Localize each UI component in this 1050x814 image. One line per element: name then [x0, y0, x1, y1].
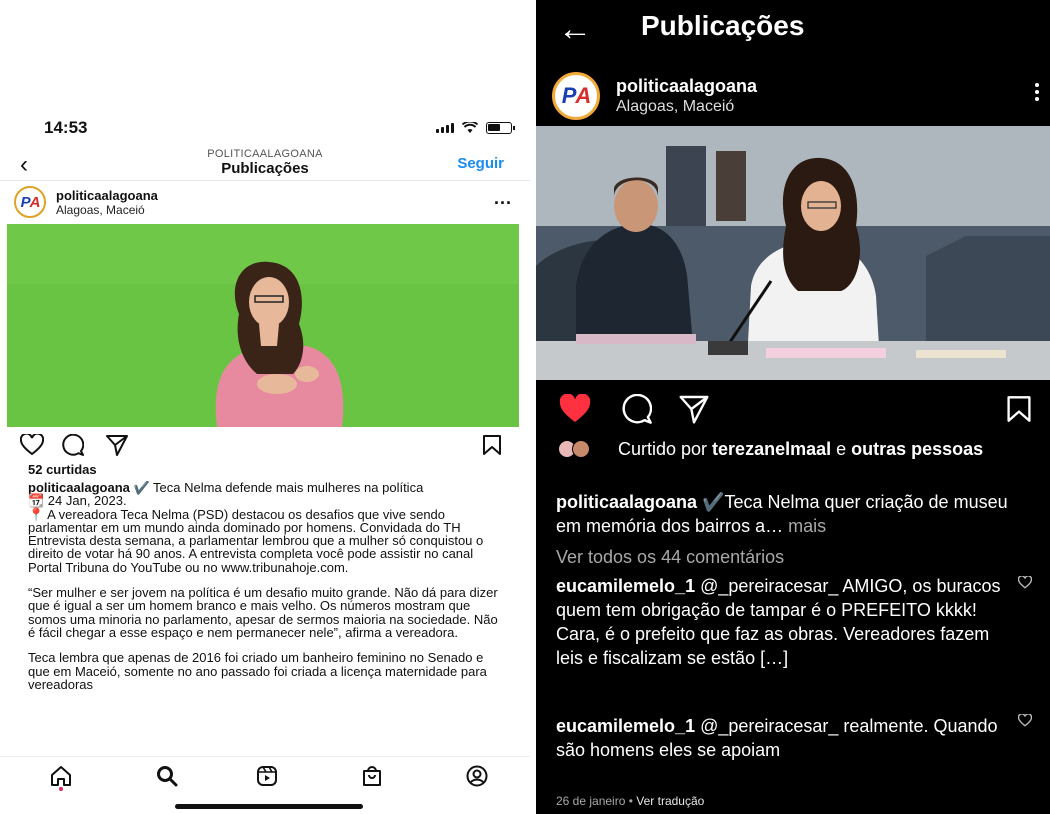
page-title: Publicações: [641, 10, 805, 41]
caption-paragraph-2: “Ser mulher e ser jovem na política é um…: [28, 585, 498, 640]
post-location[interactable]: Alagoas, Maceió: [616, 98, 734, 116]
screenshot-canvas: 14:53 ‹ POLITICAALAGOANA Publicações Seg…: [0, 0, 1050, 814]
more-options-icon[interactable]: [1032, 80, 1042, 104]
post-caption: politicaalagoana ✔️ Teca Nelma defende m…: [28, 481, 503, 749]
likes-count[interactable]: 52 curtidas: [28, 462, 97, 477]
caption-paragraph-1: 📍 A vereadora Teca Nelma (PSD) destacou …: [28, 506, 484, 575]
status-bar: 14:53: [0, 118, 530, 142]
home-indicator: [175, 804, 363, 809]
comment-icon[interactable]: [622, 394, 652, 424]
post-location[interactable]: Alagoas, Maceió: [56, 203, 145, 217]
nav-account: POLITICAALAGOANA: [207, 148, 323, 160]
comment-item: eucamilemelo_1 @_pereiracesar_ realmente…: [556, 714, 1006, 762]
caption-line: politicaalagoana ✔️ Teca Nelma defende m…: [28, 481, 503, 574]
caption-more-link[interactable]: mais: [783, 516, 826, 536]
search-icon[interactable]: [156, 765, 178, 787]
share-icon[interactable]: [678, 394, 710, 424]
post-header: PA politicaalagoana Alagoas, Maceió ...: [14, 186, 518, 220]
comment-username[interactable]: eucamilemelo_1: [556, 576, 695, 596]
left-phone-screen: 14:53 ‹ POLITICAALAGOANA Publicações Seg…: [0, 0, 530, 814]
bottom-tab-bar: [0, 756, 530, 796]
date-text: 26 de janeiro: [556, 794, 626, 808]
bookmark-icon[interactable]: [1006, 394, 1032, 424]
heart-icon[interactable]: [20, 434, 44, 456]
bookmark-icon[interactable]: [482, 434, 502, 456]
post-actions: [20, 434, 510, 460]
caption-username[interactable]: politicaalagoana: [556, 492, 697, 512]
nav-bar: ‹ POLITICAALAGOANA Publicações Seguir: [0, 145, 530, 181]
home-icon[interactable]: [50, 765, 72, 787]
liked-mid: e: [831, 439, 852, 459]
post-photo[interactable]: [536, 126, 1050, 380]
more-options-icon[interactable]: ...: [494, 188, 512, 209]
post-photo[interactable]: [7, 224, 519, 427]
post-username[interactable]: politicaalagoana: [56, 188, 158, 203]
profile-icon[interactable]: [466, 765, 488, 787]
nav-title-group: POLITICAALAGOANA Publicações: [0, 148, 530, 177]
liker-avatar: [572, 440, 590, 458]
status-time: 14:53: [44, 118, 88, 137]
avatar[interactable]: PA: [552, 72, 600, 120]
avatar[interactable]: PA: [14, 186, 46, 218]
shop-icon[interactable]: [361, 765, 383, 787]
comment-like-icon[interactable]: [1018, 576, 1032, 589]
right-phone-screen: ← Publicações PA politicaalagoana Alagoa…: [536, 0, 1050, 814]
council-chamber-image: [536, 126, 1050, 380]
heart-filled-icon[interactable]: [558, 394, 592, 424]
notification-dot: [59, 787, 63, 791]
post-actions: [558, 390, 1038, 424]
woman-green-screen-image: [7, 224, 519, 427]
liked-user[interactable]: terezanelmaal: [712, 439, 831, 459]
signal-icon: [436, 123, 454, 133]
liked-prefix: Curtido por: [618, 439, 713, 459]
status-icons: [436, 122, 515, 134]
comment-item: eucamilemelo_1 @_pereiracesar_ AMIGO, os…: [556, 574, 1006, 670]
post-caption: politicaalagoana ✔️Teca Nelma quer criaç…: [556, 490, 1036, 538]
nav-title: Publicações: [221, 160, 309, 177]
comment-icon[interactable]: [62, 434, 84, 456]
wifi-icon: [462, 122, 478, 133]
translate-link[interactable]: Ver tradução: [636, 794, 704, 808]
date-separator: •: [625, 794, 637, 808]
post-username[interactable]: politicaalagoana: [616, 76, 757, 97]
post-header: PA politicaalagoana Alagoas, Maceió: [552, 72, 1042, 122]
share-icon[interactable]: [105, 434, 129, 456]
post-date: 26 de janeiro • Ver tradução: [556, 794, 704, 808]
caption-paragraph-3: Teca lembra que apenas de 2016 foi criad…: [28, 650, 487, 692]
view-all-comments-link[interactable]: Ver todos os 44 comentários: [556, 547, 784, 568]
battery-icon: [486, 122, 515, 134]
comment-like-icon[interactable]: [1018, 714, 1032, 727]
caption-date: 📆 24 Jan, 2023.: [28, 493, 127, 509]
liked-others[interactable]: outras pessoas: [851, 439, 983, 459]
back-arrow-icon[interactable]: ←: [558, 10, 592, 49]
follow-button[interactable]: Seguir: [457, 155, 504, 172]
comment-username[interactable]: eucamilemelo_1: [556, 716, 695, 736]
reels-icon[interactable]: [256, 765, 278, 787]
liked-by-text: Curtido por terezanelmaal e outras pesso…: [618, 438, 1038, 460]
caption-title: ✔️ Teca Nelma defende mais mulheres na p…: [129, 481, 424, 495]
